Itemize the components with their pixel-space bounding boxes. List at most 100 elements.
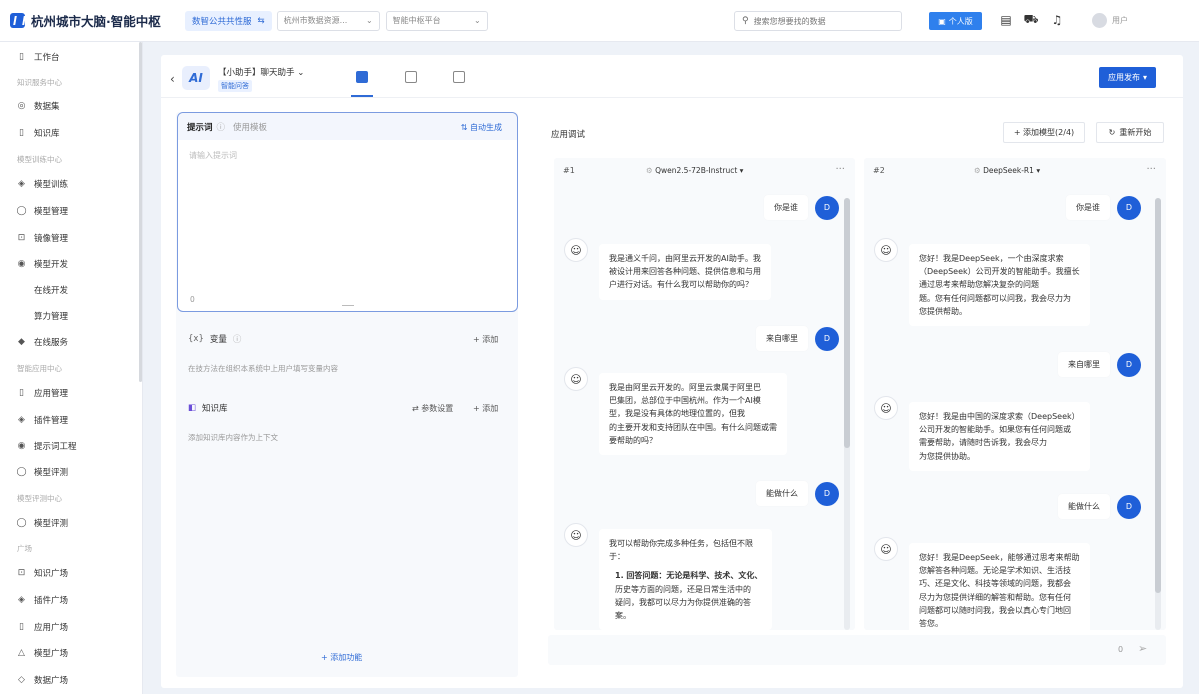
org-select[interactable]: 杭州市数据资源... ⌄	[276, 10, 380, 31]
bot-line: 您好！我是DeepSeek，能够通过思考来帮助	[919, 553, 1080, 562]
model-select[interactable]: ⚙ DeepSeek-R1 ▾	[974, 166, 1040, 175]
avatar[interactable]	[1092, 13, 1107, 28]
org-switcher[interactable]: 数智公共共性服 ⇆	[185, 10, 272, 31]
sidebar-item-label: 镜像管理	[34, 234, 69, 244]
search-icon: ⚲	[742, 16, 749, 26]
chat-scrollbar[interactable]	[844, 198, 850, 448]
sidebar-item-model-management[interactable]: ◯ 模型管理	[16, 205, 68, 217]
bot-message: ☺ 我是通义千问，由阿里云开发的AI助手。我 被设计用来回答各种问题、提供信息和…	[564, 238, 771, 300]
sidebar-scrollbar[interactable]	[139, 42, 142, 382]
user-bubble: 你是谁	[764, 195, 808, 220]
prompt-placeholder: 请输入提示词	[189, 151, 237, 160]
bot-line: 我是由阿里云开发的。阿里云隶属于阿里巴	[609, 383, 761, 392]
send-icon[interactable]: ➢	[1138, 642, 1147, 655]
bot-line: 要帮助的吗？	[609, 435, 657, 445]
sidebar-item-online-service[interactable]: ◆ 在线服务	[17, 336, 68, 348]
book-icon: ▯	[19, 128, 24, 138]
bell-icon[interactable]: ♫	[1050, 13, 1064, 27]
add-function-button[interactable]: + 添加功能	[321, 652, 362, 663]
bot-line: 疑问，我都可以尽力为你提供准确的答	[615, 597, 751, 607]
document-icon[interactable]: ▤	[999, 13, 1013, 27]
sidebar-item-data-square[interactable]: ◇ 数据广场	[17, 674, 68, 686]
knowledge-icon: ⊡	[17, 568, 26, 578]
bot-line: 户进行对话。有什么我可以帮助你的吗？	[609, 280, 753, 290]
global-search[interactable]: ⚲	[734, 11, 902, 31]
bot-avatar-icon: ☺	[564, 238, 588, 262]
sidebar-subitem-online-dev[interactable]: 在线开发	[34, 284, 68, 296]
bot-bubble: 我是通义千问，由阿里云开发的AI助手。我 被设计用来回答各种问题、提供信息和与用…	[599, 244, 771, 300]
sidebar-item-label: 工作台	[34, 53, 60, 63]
sidebar-item-prompt-engineering[interactable]: ◉ 提示词工程	[17, 440, 77, 452]
sidebar-item-knowledge-square[interactable]: ⊡ 知识广场	[17, 567, 68, 579]
sidebar-item-knowledge-base[interactable]: ▯ 知识库	[17, 127, 60, 139]
sidebar-item-app-square[interactable]: ▯ 应用广场	[17, 621, 68, 633]
sidebar-item-model-dev[interactable]: ◉ 模型开发	[17, 258, 68, 270]
chat-scrollbar[interactable]	[1155, 198, 1161, 593]
add-model-button[interactable]: + 添加模型(2/4)	[1003, 122, 1085, 143]
user-avatar: D	[815, 481, 839, 506]
debug-title: 应用调试	[551, 130, 586, 140]
sidebar-item-app-management[interactable]: ▯ 应用管理	[17, 387, 68, 399]
add-variable-button[interactable]: + 添加	[473, 334, 498, 345]
bot-line: 您解答各种问题。无论是学术知识、生活技	[919, 566, 1071, 576]
bot-line: 需要帮助，请随时告诉我，我会尽力	[919, 438, 1047, 448]
sidebar-item-model-eval-2[interactable]: ◯ 模型评测	[16, 517, 69, 529]
help-icon: ⓘ	[216, 122, 226, 133]
bot-line: 巴集团，总部位于中国杭州。作为一个AI模	[609, 396, 761, 406]
more-icon[interactable]: ···	[1146, 164, 1156, 175]
sidebar-item-image-management[interactable]: ⊡ 镜像管理	[17, 232, 68, 244]
app-name[interactable]: 【小助手】聊天助手 ⌄	[218, 66, 304, 78]
bot-line: 问题都可以随时问我，我会以真心专门地回	[919, 605, 1071, 615]
sidebar-item-workbench[interactable]: ▯ 工作台	[17, 51, 60, 63]
user-avatar: D	[1117, 195, 1141, 220]
personal-edition-label: 个人版	[948, 16, 973, 26]
personal-edition-button[interactable]: ▣ 个人版	[929, 12, 982, 30]
back-icon[interactable]: ‹	[170, 72, 175, 86]
publish-button[interactable]: 应用发布 ▾	[1099, 67, 1156, 88]
param-settings-button[interactable]: ⇄ 参数设置	[412, 403, 453, 414]
resize-handle[interactable]	[342, 305, 354, 306]
sidebar-item-label: 在线服务	[34, 338, 69, 348]
sidebar-subitem-compute[interactable]: 算力管理	[34, 310, 68, 322]
sidebar-item-plugin-management[interactable]: ◈ 插件管理	[17, 414, 68, 426]
variable-icon: {x}	[188, 334, 204, 344]
prompt-editor[interactable]: 提示词 ⓘ 使用模板 ⇅ 自动生成 请输入提示词 0	[177, 112, 518, 312]
sidebar-item-datasets[interactable]: ◎ 数据集	[17, 100, 60, 112]
add-knowledge-button[interactable]: + 添加	[473, 403, 498, 414]
sidebar-group-label: 模型评测中心	[17, 494, 62, 503]
sidebar-item-model-training[interactable]: ◈ 模型训练	[17, 178, 68, 190]
plugin-icon: ◈	[18, 595, 25, 605]
settings-icon: ⇄	[412, 404, 419, 413]
model-select[interactable]: ⚙ Qwen2.5-72B-Instruct ▾	[646, 166, 743, 175]
more-icon[interactable]: ···	[835, 164, 845, 175]
restart-button[interactable]: ↻ 重新开始	[1096, 122, 1164, 143]
platform-select[interactable]: 智能中枢平台 ⌄	[385, 10, 488, 31]
search-input[interactable]	[753, 16, 894, 26]
tab-edit-icon[interactable]	[405, 71, 417, 83]
auto-generate-button[interactable]: ⇅ 自动生成	[461, 122, 502, 133]
logo[interactable]: 杭州城市大脑·智能中枢	[10, 11, 185, 30]
bot-line: 答您。	[919, 618, 943, 628]
cart-icon[interactable]: ⛟	[1023, 12, 1038, 27]
app-editor-panel: ‹ AI 【小助手】聊天助手 ⌄ 智能问答 应用发布 ▾ 提示词 ⓘ 使用模板 ⇅…	[161, 55, 1183, 688]
chat-input[interactable]: 0 ➢	[548, 635, 1166, 665]
sidebar-item-model-square[interactable]: △ 模型广场	[17, 647, 68, 659]
location-icon: ◉	[17, 441, 26, 451]
sidebar-item-label: 模型训练	[34, 180, 69, 190]
sidebar-item-plugin-square[interactable]: ◈ 插件广场	[17, 594, 68, 606]
user-name[interactable]: 用户	[1112, 15, 1128, 26]
user-card-icon: ▣	[938, 16, 946, 26]
tab-config-icon[interactable]	[356, 71, 368, 83]
user-avatar: D	[815, 326, 839, 351]
sidebar-item-model-eval[interactable]: ◯ 模型评测	[16, 466, 68, 478]
use-template-link[interactable]: 使用模板	[233, 121, 267, 133]
bot-line: 型，我是没有具体的地理位置的，但我	[609, 409, 745, 419]
sidebar-item-label: 模型评测	[34, 519, 69, 529]
input-char-count: 0	[1118, 645, 1124, 654]
model-icon: ⚙	[974, 166, 981, 175]
tab-preview-icon[interactable]	[453, 71, 465, 83]
magic-icon: ⇅	[460, 123, 468, 132]
eval-icon: ◯	[16, 467, 27, 477]
bot-avatar-icon: ☺	[874, 537, 898, 561]
sidebar-item-label: 模型广场	[34, 649, 69, 659]
